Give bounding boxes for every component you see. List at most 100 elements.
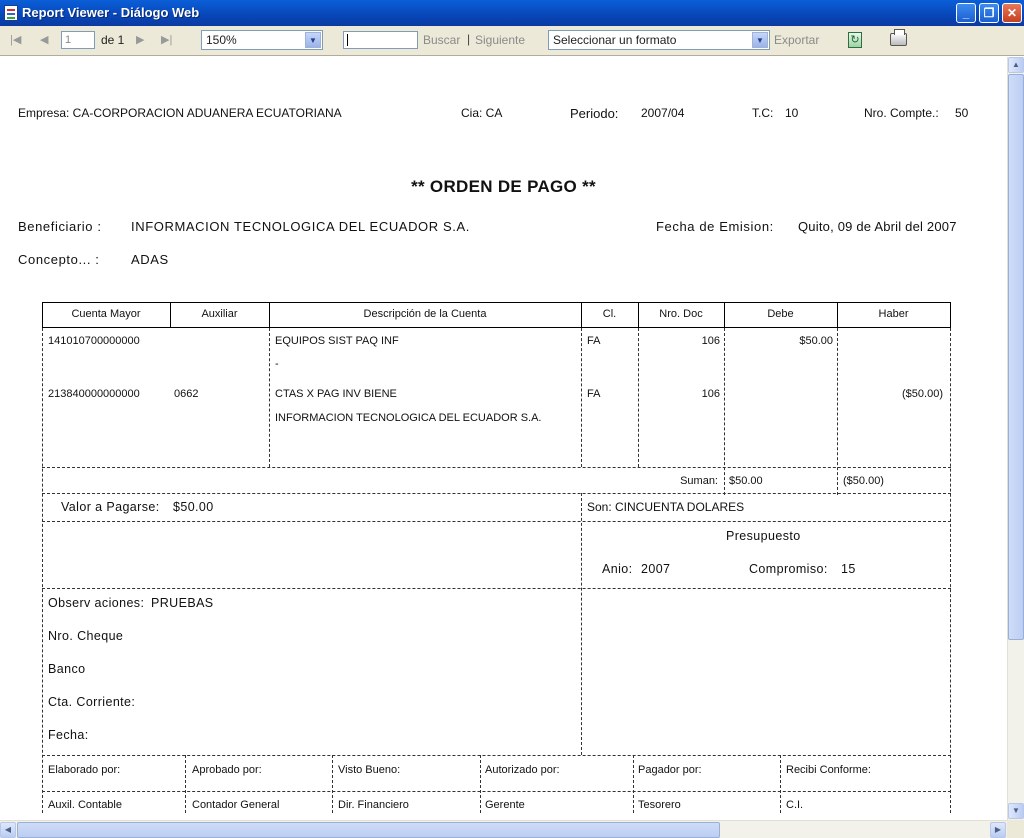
beneficiario-value: INFORMACION TECNOLOGICA DEL ECUADOR S.A. <box>131 219 470 234</box>
cia-text: Cia: CA <box>461 106 503 120</box>
last-page-icon[interactable]: ▶| <box>161 34 172 46</box>
fecha-emision-label: Fecha de Emision: <box>656 219 774 234</box>
concepto-label: Concepto... : <box>18 252 100 267</box>
next-page-icon[interactable]: ▶ <box>136 34 144 46</box>
tc-label: T.C: <box>752 106 774 120</box>
close-button[interactable]: ✕ <box>1002 3 1022 23</box>
suman-label: Suman: <box>680 475 718 487</box>
nro-compte-label: Nro. Compte.: <box>864 106 939 120</box>
chevron-down-icon[interactable]: ▼ <box>305 32 321 48</box>
window-title: Report Viewer - Diálogo Web <box>22 5 200 20</box>
firma-role: Aprobado por: <box>192 764 262 776</box>
suman-haber: ($50.00) <box>843 475 884 487</box>
firma-role: Pagador por: <box>638 764 702 776</box>
periodo-label: Periodo: <box>570 106 619 121</box>
anio-value: 2007 <box>641 562 671 576</box>
suman-debe: $50.00 <box>729 475 763 487</box>
compromiso-label: Compromiso: <box>749 562 828 576</box>
toolbar-separator: | <box>467 32 471 46</box>
row-haber: ($50.00) <box>902 388 943 400</box>
exportar-link[interactable]: Exportar <box>774 33 819 47</box>
report-toolbar: |◀ ◀ 1 de 1 ▶ ▶| 150% ▼ Buscar | Siguien… <box>0 26 1024 56</box>
valor-label: Valor a Pagarse: <box>61 500 160 514</box>
export-format-value: Seleccionar un formato <box>553 33 677 47</box>
row-cuenta: 141010700000000 <box>48 335 140 347</box>
page-number-input[interactable]: 1 <box>61 31 95 49</box>
zoom-value: 150% <box>206 33 237 47</box>
row-cuenta: 213840000000000 <box>48 388 140 400</box>
vertical-scrollbar[interactable]: ▲ ▼ <box>1007 57 1024 820</box>
fecha-emision-value: Quito, 09 de Abril del 2007 <box>798 219 957 234</box>
prev-page-icon[interactable]: ◀ <box>40 34 48 46</box>
horizontal-scroll-thumb[interactable] <box>17 822 720 838</box>
banco-label: Banco <box>48 662 86 676</box>
report-title: ** ORDEN DE PAGO ** <box>411 177 596 196</box>
chevron-down-icon[interactable]: ▼ <box>752 32 768 48</box>
first-page-icon[interactable]: |◀ <box>10 34 21 46</box>
vertical-scroll-thumb[interactable] <box>1008 74 1024 640</box>
presupuesto-label: Presupuesto <box>726 529 801 543</box>
firma-title: C.I. <box>786 799 804 811</box>
row-nro-doc: 106 <box>701 388 720 400</box>
buscar-link[interactable]: Buscar <box>423 33 460 47</box>
row-nro-doc: 106 <box>701 335 720 347</box>
export-format-select[interactable]: Seleccionar un formato ▼ <box>548 30 770 50</box>
nro-compte-value: 50 <box>955 106 969 120</box>
column-header-nro-doc: Nro. Doc <box>659 308 703 320</box>
column-header-cuenta-mayor: Cuenta Mayor <box>71 308 141 320</box>
tc-value: 10 <box>785 106 799 120</box>
firma-title: Gerente <box>485 799 525 811</box>
column-header-descripcion: Descripción de la Cuenta <box>363 308 487 320</box>
row-cl: FA <box>587 335 601 347</box>
fecha-label: Fecha: <box>48 728 89 742</box>
scrollbar-corner <box>1007 820 1024 838</box>
window-titlebar: Report Viewer - Diálogo Web _ ❐ ✕ <box>0 0 1024 26</box>
row-descripcion: CTAS X PAG INV BIENE <box>275 388 397 400</box>
scroll-left-icon[interactable]: ◀ <box>0 822 16 838</box>
observaciones-value: PRUEBAS <box>151 596 214 610</box>
scroll-up-icon[interactable]: ▲ <box>1008 57 1024 73</box>
row-descripcion-2: - <box>275 358 279 370</box>
firma-title: Tesorero <box>638 799 681 811</box>
firma-role: Recibi Conforme: <box>786 764 871 776</box>
report-viewer-app-icon <box>4 5 18 21</box>
valor-value: $50.00 <box>173 500 214 514</box>
firma-title: Auxil. Contable <box>48 799 122 811</box>
page-count-label: de 1 <box>101 33 125 47</box>
concepto-value: ADAS <box>131 252 169 267</box>
firma-title: Dir. Financiero <box>338 799 409 811</box>
compromiso-value: 15 <box>841 562 856 576</box>
column-header-auxiliar: Auxiliar <box>201 308 238 320</box>
firma-role: Elaborado por: <box>48 764 121 776</box>
row-auxiliar: 0662 <box>174 388 199 400</box>
nro-cheque-label: Nro. Cheque <box>48 629 124 643</box>
horizontal-scrollbar[interactable]: ◀ ▶ <box>0 820 1007 838</box>
row-debe: $50.00 <box>799 335 833 347</box>
column-header-debe: Debe <box>767 308 794 320</box>
zoom-select[interactable]: 150% ▼ <box>201 30 323 50</box>
siguiente-link[interactable]: Siguiente <box>475 33 525 47</box>
row-cl: FA <box>587 388 601 400</box>
search-input[interactable] <box>343 31 418 49</box>
row-descripcion: EQUIPOS SIST PAQ INF <box>275 335 399 347</box>
firma-role: Visto Bueno: <box>338 764 401 776</box>
minimize-button[interactable]: _ <box>956 3 976 23</box>
cta-corriente-label: Cta. Corriente: <box>48 695 136 709</box>
column-header-cl: Cl. <box>602 308 617 320</box>
scroll-right-icon[interactable]: ▶ <box>990 822 1006 838</box>
maximize-button[interactable]: ❐ <box>979 3 999 23</box>
report-page: Empresa: CA-CORPORACION ADUANERA ECUATOR… <box>0 57 1007 820</box>
firma-title: Contador General <box>192 799 280 811</box>
firma-role: Autorizado por: <box>485 764 560 776</box>
son-text: Son: CINCUENTA DOLARES <box>587 500 745 514</box>
print-icon[interactable] <box>890 29 907 46</box>
refresh-icon[interactable]: ↻ <box>848 32 862 48</box>
observaciones-label: Observ aciones: <box>48 596 145 610</box>
empresa-text: Empresa: CA-CORPORACION ADUANERA ECUATOR… <box>18 106 342 120</box>
scroll-down-icon[interactable]: ▼ <box>1008 803 1024 819</box>
anio-label: Anio: <box>602 562 633 576</box>
row-descripcion-2: INFORMACION TECNOLOGICA DEL ECUADOR S.A. <box>275 412 542 424</box>
column-header-haber: Haber <box>878 308 909 320</box>
beneficiario-label: Beneficiario : <box>18 219 102 234</box>
periodo-value: 2007/04 <box>641 106 685 120</box>
